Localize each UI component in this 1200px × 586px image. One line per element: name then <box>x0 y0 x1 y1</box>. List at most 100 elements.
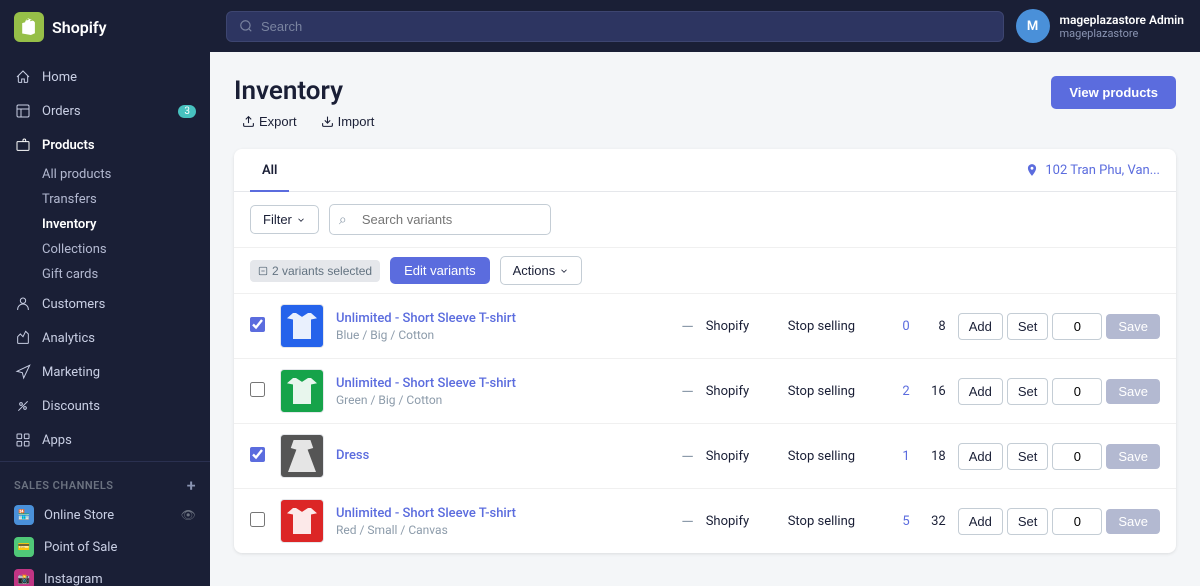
product-variant-1: Blue / Big / Cotton <box>336 328 669 342</box>
topnav: M mageplazastore Admin mageplazastore <box>210 0 1200 52</box>
filter-button[interactable]: Filter <box>250 205 319 234</box>
save-button-2[interactable]: Save <box>1106 379 1160 404</box>
orders-icon <box>14 102 32 120</box>
dash-4: — <box>681 512 694 531</box>
status-2: Stop selling <box>788 384 878 399</box>
sales-channel-online-store[interactable]: 🏪 Online Store 👁 <box>0 499 210 531</box>
sidebar-item-marketing[interactable]: Marketing <box>0 355 210 389</box>
marketing-icon <box>14 363 32 381</box>
row-checkbox-3[interactable] <box>250 447 268 466</box>
sales-channel-instagram[interactable]: 📸 Instagram <box>0 563 210 586</box>
tabs-bar: All 102 Tran Phu, Van... <box>234 149 1176 192</box>
channel-3: Shopify <box>706 449 776 464</box>
submenu-inventory[interactable]: Inventory <box>42 212 210 237</box>
sidebar-item-discounts[interactable]: Discounts <box>0 389 210 423</box>
sidebar-logo[interactable]: Shopify <box>0 0 210 54</box>
deselect-button[interactable]: 2 variants selected <box>250 260 380 282</box>
product-link-2[interactable]: Unlimited - Short Sleeve T-shirt <box>336 376 669 391</box>
toolbar: Filter ⌕ <box>234 192 1176 248</box>
row-checkbox-2[interactable] <box>250 382 268 401</box>
qty-input-1[interactable] <box>1052 313 1102 340</box>
actions-button[interactable]: Actions <box>500 256 583 285</box>
content-area: Inventory Export Import View products <box>210 52 1200 586</box>
export-button[interactable]: Export <box>234 110 305 133</box>
add-button-4[interactable]: Add <box>958 508 1003 535</box>
main-area: M mageplazastore Admin mageplazastore In… <box>210 0 1200 586</box>
product-link-3[interactable]: Dress <box>336 448 669 463</box>
product-thumbnail-3 <box>280 434 324 478</box>
sidebar-item-home[interactable]: Home <box>0 60 210 94</box>
qty-input-2[interactable] <box>1052 378 1102 405</box>
search-variants-wrap: ⌕ <box>329 204 1160 235</box>
table-row: Unlimited - Short Sleeve T-shirt Blue / … <box>234 294 1176 359</box>
view-products-button[interactable]: View products <box>1051 76 1176 109</box>
product-variant-4: Red / Small / Canvas <box>336 523 669 537</box>
sidebar-item-label: Analytics <box>42 331 95 346</box>
import-icon <box>321 115 334 128</box>
selection-bar: 2 variants selected Edit variants Action… <box>234 248 1176 294</box>
search-variants-input[interactable] <box>329 204 551 235</box>
instagram-icon: 📸 <box>14 569 34 586</box>
brand-name: Shopify <box>52 18 107 37</box>
set-button-3[interactable]: Set <box>1007 443 1049 470</box>
product-link-4[interactable]: Unlimited - Short Sleeve T-shirt <box>336 506 669 521</box>
channel-4: Shopify <box>706 514 776 529</box>
sidebar-item-label: Orders <box>42 104 81 119</box>
qty-input-3[interactable] <box>1052 443 1102 470</box>
product-thumbnail-1 <box>280 304 324 348</box>
submenu-collections[interactable]: Collections <box>42 237 210 262</box>
add-button-1[interactable]: Add <box>958 313 1003 340</box>
admin-area[interactable]: M mageplazastore Admin mageplazastore <box>1016 9 1184 43</box>
channel-2: Shopify <box>706 384 776 399</box>
submenu-all-products[interactable]: All products <box>42 162 210 187</box>
save-button-3[interactable]: Save <box>1106 444 1160 469</box>
qty-input-4[interactable] <box>1052 508 1102 535</box>
sidebar-item-label: Discounts <box>42 399 100 414</box>
sidebar-item-orders[interactable]: Orders 3 <box>0 94 210 128</box>
customers-icon <box>14 295 32 313</box>
chevron-down-icon <box>296 215 306 225</box>
sidebar: Shopify Home Orders 3 Products All p <box>0 0 210 586</box>
submenu-transfers[interactable]: Transfers <box>42 187 210 212</box>
channel-1: Shopify <box>706 319 776 334</box>
admin-store: mageplazastore <box>1060 27 1184 40</box>
set-button-2[interactable]: Set <box>1007 378 1049 405</box>
add-sales-channel-icon[interactable]: + <box>187 476 196 495</box>
search-bar[interactable] <box>226 11 1004 42</box>
sales-channel-pos[interactable]: 💳 Point of Sale <box>0 531 210 563</box>
sidebar-item-analytics[interactable]: Analytics <box>0 321 210 355</box>
save-button-4[interactable]: Save <box>1106 509 1160 534</box>
apps-icon <box>14 431 32 449</box>
edit-variants-button[interactable]: Edit variants <box>390 257 490 284</box>
sidebar-item-customers[interactable]: Customers <box>0 287 210 321</box>
submenu-gift-cards[interactable]: Gift cards <box>42 262 210 287</box>
dash-3: — <box>681 447 694 466</box>
save-button-1[interactable]: Save <box>1106 314 1160 339</box>
tab-all[interactable]: All <box>250 149 289 192</box>
product-variant-2: Green / Big / Cotton <box>336 393 669 407</box>
product-name-4: Unlimited - Short Sleeve T-shirt Red / S… <box>336 506 669 537</box>
sidebar-item-products[interactable]: Products <box>0 128 210 162</box>
sidebar-item-label: Apps <box>42 433 72 448</box>
table-row: Unlimited - Short Sleeve T-shirt Green /… <box>234 359 1176 424</box>
location-selector[interactable]: 102 Tran Phu, Van... <box>1025 163 1160 178</box>
search-variants-icon: ⌕ <box>339 212 347 228</box>
row-actions-3: Add Set Save <box>958 443 1160 470</box>
sidebar-item-apps[interactable]: Apps <box>0 423 210 457</box>
row-checkbox-4[interactable] <box>250 512 268 531</box>
search-input[interactable] <box>261 19 991 34</box>
dash-1: — <box>681 317 694 336</box>
add-button-3[interactable]: Add <box>958 443 1003 470</box>
set-button-4[interactable]: Set <box>1007 508 1049 535</box>
product-link-1[interactable]: Unlimited - Short Sleeve T-shirt <box>336 311 669 326</box>
home-icon <box>14 68 32 86</box>
visibility-icon[interactable]: 👁 <box>181 508 196 522</box>
inventory-table: Unlimited - Short Sleeve T-shirt Blue / … <box>234 294 1176 553</box>
row-checkbox-1[interactable] <box>250 317 268 336</box>
add-button-2[interactable]: Add <box>958 378 1003 405</box>
orders-badge: 3 <box>178 105 196 118</box>
pos-icon: 💳 <box>14 537 34 557</box>
set-button-1[interactable]: Set <box>1007 313 1049 340</box>
import-button[interactable]: Import <box>313 110 383 133</box>
committed-2: 2 <box>890 384 910 399</box>
